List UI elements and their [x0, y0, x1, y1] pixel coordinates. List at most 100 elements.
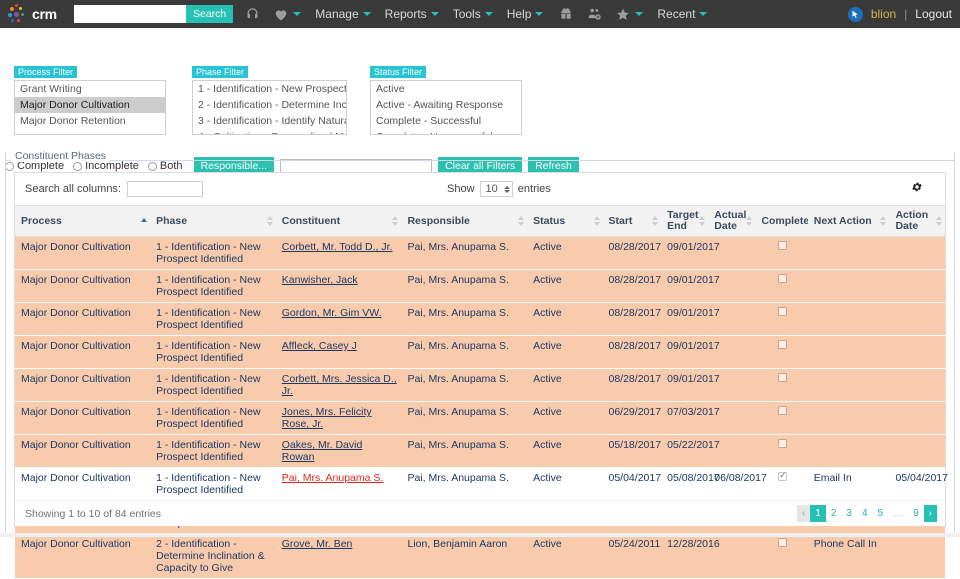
- cell-complete[interactable]: [755, 237, 807, 270]
- pagination-next[interactable]: ›: [924, 505, 937, 522]
- cell-complete[interactable]: [755, 369, 807, 402]
- column-header-next-action[interactable]: Next Action: [808, 206, 890, 237]
- pagination-page-3[interactable]: 3: [841, 505, 857, 522]
- nav-item-manage[interactable]: Manage: [315, 7, 370, 21]
- phase-filter-list[interactable]: 1 - Identification - New Prospect Identi…: [192, 80, 347, 135]
- table-row[interactable]: Major Donor Cultivation1 - Identificatio…: [15, 402, 945, 435]
- star-icon[interactable]: [616, 8, 643, 21]
- constituent-link[interactable]: Affleck, Casey J: [282, 340, 357, 352]
- avatar[interactable]: [848, 7, 863, 22]
- sort-icon[interactable]: [880, 216, 886, 226]
- phase-option-3[interactable]: 3 - Identification - Identify Natural Pa…: [193, 113, 346, 129]
- search-button[interactable]: Search: [186, 5, 233, 23]
- pagination-page-4[interactable]: 4: [857, 505, 873, 522]
- chevron-down-icon[interactable]: [363, 12, 371, 16]
- nav-item-recent[interactable]: Recent: [657, 7, 707, 21]
- column-header-status[interactable]: Status: [527, 206, 602, 237]
- cell-complete[interactable]: [755, 270, 807, 303]
- chevron-down-icon[interactable]: [293, 12, 301, 16]
- process-option-major-donor-retention[interactable]: Major Donor Retention: [15, 113, 165, 129]
- logout-link[interactable]: Logout: [915, 7, 952, 21]
- complete-checkbox[interactable]: [778, 439, 787, 448]
- sort-icon[interactable]: [699, 216, 705, 226]
- pagination-prev[interactable]: ‹: [797, 505, 810, 522]
- table-row[interactable]: Major Donor Cultivation1 - Identificatio…: [15, 435, 945, 468]
- table-row[interactable]: Major Donor Cultivation1 - Identificatio…: [15, 468, 945, 501]
- chevron-down-icon[interactable]: [635, 12, 643, 16]
- status-option-complete-unsuccessful[interactable]: Complete - Unsuccessful: [371, 129, 521, 135]
- complete-checkbox[interactable]: [778, 340, 787, 349]
- table-row[interactable]: Major Donor Cultivation1 - Identificatio…: [15, 336, 945, 369]
- sort-icon[interactable]: [594, 216, 600, 226]
- status-option-active-awaiting[interactable]: Active - Awaiting Response: [371, 97, 521, 113]
- constituent-link[interactable]: Gordon, Mr. Gim VW.: [282, 307, 382, 319]
- cell-constituent[interactable]: Jones, Mrs. Felicity Rose, Jr.: [276, 402, 402, 435]
- status-option-complete-successful[interactable]: Complete - Successful: [371, 113, 521, 129]
- pagination-page-5[interactable]: 5: [873, 505, 889, 522]
- pagination-page-9[interactable]: 9: [908, 505, 924, 522]
- cell-complete[interactable]: [755, 336, 807, 369]
- constituent-link[interactable]: Pai, Mrs. Anupama S.: [282, 472, 384, 484]
- sort-asc-icon[interactable]: [141, 218, 147, 224]
- pagination[interactable]: ‹12345…9›: [797, 505, 937, 522]
- sort-icon[interactable]: [936, 216, 942, 226]
- chevron-down-icon[interactable]: [485, 12, 493, 16]
- constituent-link[interactable]: Corbett, Mrs. Jessica D., Jr.: [282, 373, 397, 397]
- table-row[interactable]: Major Donor Cultivation1 - Identificatio…: [15, 303, 945, 336]
- complete-checkbox[interactable]: [778, 307, 787, 316]
- complete-checkbox[interactable]: [778, 538, 787, 547]
- cell-constituent[interactable]: Grove, Mr. Ben: [276, 534, 402, 579]
- pagination-ellipsis[interactable]: …: [888, 505, 908, 522]
- phase-option-4[interactable]: 4 - Cultivation - Personalized Mailing: [193, 129, 346, 135]
- constituent-link[interactable]: Kanwisher, Jack: [282, 274, 358, 286]
- constituent-link[interactable]: Grove, Mr. Ben: [282, 538, 353, 550]
- constituent-link[interactable]: Oakes, Mr. David Rowan: [282, 439, 363, 463]
- phase-option-1[interactable]: 1 - Identification - New Prospect Identi…: [193, 81, 346, 97]
- pagination-page-1[interactable]: 1: [810, 505, 826, 522]
- sort-icon[interactable]: [652, 216, 658, 226]
- gift-icon[interactable]: [559, 7, 573, 21]
- constituent-link[interactable]: Corbett, Mr. Todd D., Jr.: [282, 241, 393, 253]
- chevron-down-icon[interactable]: [699, 12, 707, 16]
- process-filter-list[interactable]: Grant Writing Major Donor Cultivation Ma…: [14, 80, 166, 135]
- column-header-action-date[interactable]: Action Date: [889, 206, 945, 237]
- phase-option-2[interactable]: 2 - Identification - Determine Inclinati…: [193, 97, 346, 113]
- table-row[interactable]: Major Donor Cultivation1 - Identificatio…: [15, 369, 945, 402]
- sort-icon[interactable]: [746, 216, 752, 226]
- nav-item-tools[interactable]: Tools: [453, 7, 493, 21]
- sort-icon[interactable]: [392, 216, 398, 226]
- table-row[interactable]: Major Donor Cultivation1 - Identificatio…: [15, 270, 945, 303]
- headset-icon[interactable]: [245, 7, 260, 22]
- table-row[interactable]: Major Donor Cultivation1 - Identificatio…: [15, 237, 945, 270]
- cell-constituent[interactable]: Pai, Mrs. Anupama S.: [276, 468, 402, 501]
- column-header-responsible[interactable]: Responsible: [401, 206, 527, 237]
- table-row[interactable]: Major Donor Cultivation2 - Identificatio…: [15, 534, 945, 579]
- status-option-active[interactable]: Active: [371, 81, 521, 97]
- stepper-icon[interactable]: [504, 186, 510, 193]
- sort-icon[interactable]: [267, 216, 273, 226]
- constituent-link[interactable]: Jones, Mrs. Felicity Rose, Jr.: [282, 406, 372, 430]
- gear-icon[interactable]: [911, 181, 923, 196]
- column-header-process[interactable]: Process: [15, 206, 150, 237]
- global-search[interactable]: Search: [74, 5, 233, 23]
- pagination-page-2[interactable]: 2: [826, 505, 842, 522]
- complete-checkbox[interactable]: [778, 274, 787, 283]
- username-label[interactable]: blion: [871, 7, 896, 21]
- entries-per-page-select[interactable]: 10: [480, 181, 513, 197]
- chevron-down-icon[interactable]: [431, 12, 439, 16]
- chevron-down-icon[interactable]: [535, 12, 543, 16]
- cell-constituent[interactable]: Oakes, Mr. David Rowan: [276, 435, 402, 468]
- cell-constituent[interactable]: Kanwisher, Jack: [276, 270, 402, 303]
- complete-checkbox[interactable]: [778, 472, 787, 481]
- column-header-complete[interactable]: Complete: [755, 206, 807, 237]
- search-all-columns-input[interactable]: [127, 181, 203, 197]
- column-header-phase[interactable]: Phase: [150, 206, 276, 237]
- cell-constituent[interactable]: Corbett, Mr. Todd D., Jr.: [276, 237, 402, 270]
- column-header-start[interactable]: Start: [603, 206, 662, 237]
- cell-complete[interactable]: [755, 303, 807, 336]
- cell-complete[interactable]: [755, 534, 807, 579]
- cell-complete[interactable]: [755, 435, 807, 468]
- process-option-major-donor-cultivation[interactable]: Major Donor Cultivation: [15, 97, 165, 113]
- cell-constituent[interactable]: Gordon, Mr. Gim VW.: [276, 303, 402, 336]
- nav-item-reports[interactable]: Reports: [385, 7, 439, 21]
